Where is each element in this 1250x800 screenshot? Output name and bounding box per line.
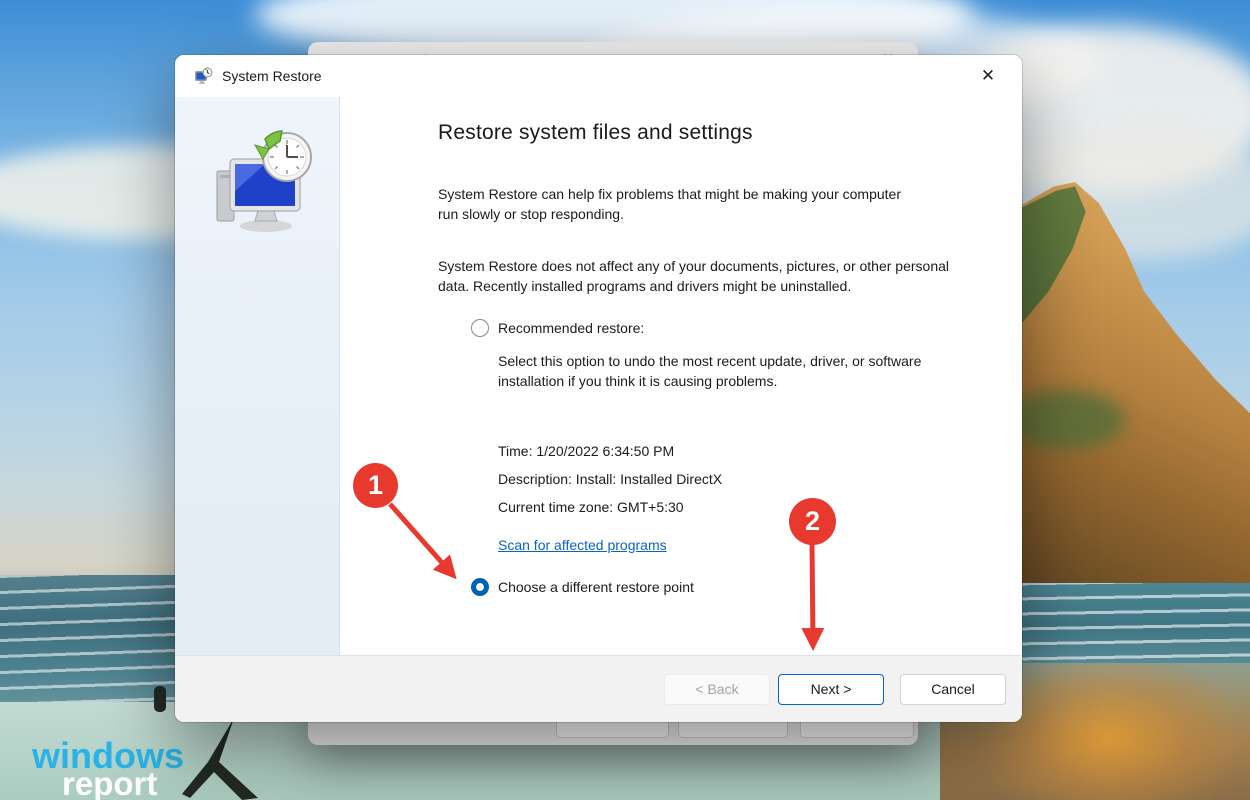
desktop: windows report System Properties ✕ Syste… (0, 0, 1250, 800)
intro-paragraph: System Restore can help fix problems tha… (438, 185, 916, 224)
dialog-title: System Restore (222, 68, 322, 84)
restore-point-details: Time: 1/20/2022 6:34:50 PM Description: … (498, 443, 982, 515)
windows-report-logo: windows report (32, 738, 184, 800)
dialog-footer: < Back Next > Cancel (175, 655, 1022, 722)
recommended-restore-description: Select this option to undo the most rece… (498, 352, 923, 391)
restore-point-time: Time: 1/20/2022 6:34:50 PM (498, 443, 982, 459)
choose-restore-point-label: Choose a different restore point (498, 579, 694, 595)
radio-unselected-icon[interactable] (471, 319, 489, 337)
cancel-button[interactable]: Cancel (900, 674, 1006, 705)
page-title: Restore system files and settings (438, 121, 982, 145)
recommended-restore-option[interactable]: Recommended restore: (471, 319, 982, 337)
dialog-titlebar[interactable]: System Restore ✕ (175, 55, 1022, 97)
wizard-sidebar (175, 97, 340, 655)
close-icon[interactable]: ✕ (976, 64, 1000, 88)
wizard-content: Restore system files and settings System… (340, 97, 1022, 655)
restore-point-description: Description: Install: Installed DirectX (498, 471, 982, 487)
system-restore-icon (194, 67, 213, 86)
recommended-restore-label: Recommended restore: (498, 320, 644, 336)
wallpaper-cliff-vegetation (1005, 390, 1125, 450)
system-restore-artwork-icon (203, 129, 315, 239)
choose-restore-point-option[interactable]: Choose a different restore point (471, 578, 982, 596)
next-button[interactable]: Next > (778, 674, 884, 705)
scan-affected-programs-link[interactable]: Scan for affected programs (498, 537, 667, 553)
back-button[interactable]: < Back (664, 674, 770, 705)
restore-point-timezone: Current time zone: GMT+5:30 (498, 499, 982, 515)
info-paragraph: System Restore does not affect any of yo… (438, 257, 973, 296)
radio-selected-icon[interactable] (471, 578, 489, 596)
wallpaper-person-small (154, 686, 166, 712)
system-restore-dialog: System Restore ✕ (175, 55, 1022, 722)
wallpaper-sea (985, 583, 1250, 669)
